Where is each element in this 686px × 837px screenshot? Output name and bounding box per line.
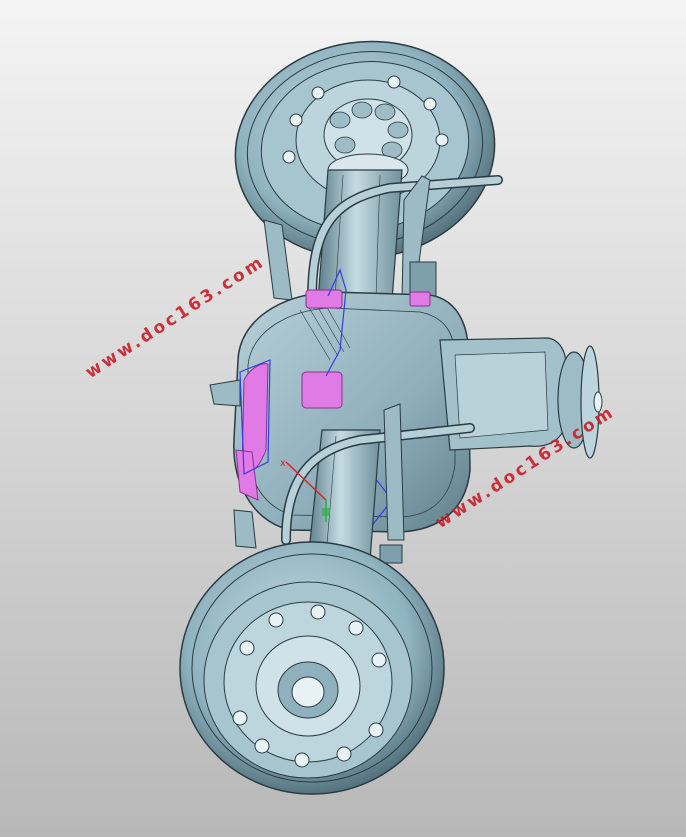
svg-text:x: x [280,458,286,469]
bottom-brake-drum[interactable] [179,541,445,795]
cad-viewport[interactable]: x www.doc163.com www.doc163.com [0,0,686,837]
